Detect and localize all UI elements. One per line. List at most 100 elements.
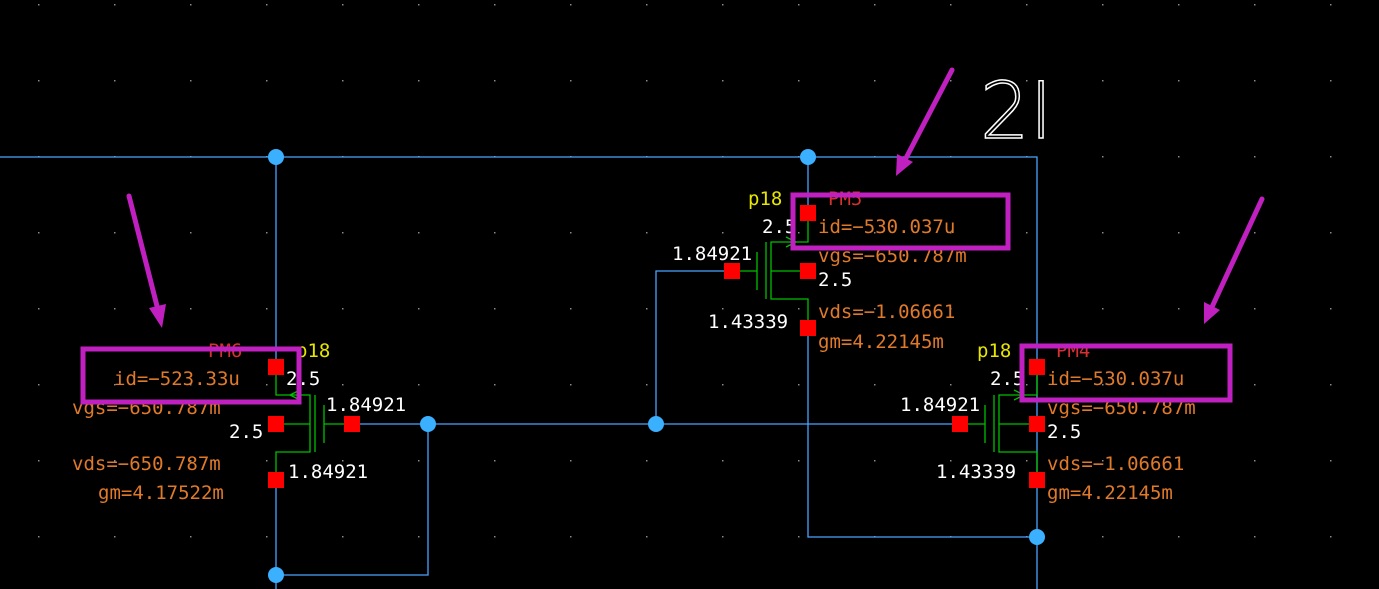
grid-dot <box>190 232 192 234</box>
grid-dot <box>418 460 420 462</box>
grid-dot <box>570 384 572 386</box>
grid-dot <box>1330 156 1332 158</box>
grid-dot <box>798 232 800 234</box>
pm4-v-gate: 1.84921 <box>900 394 980 416</box>
grid-dot <box>1102 308 1104 310</box>
pin-pm5-bulk <box>800 263 816 279</box>
pin-pm5-source <box>800 205 816 221</box>
grid-dot <box>38 308 40 310</box>
grid-dot <box>418 308 420 310</box>
pin-pm5-gate <box>724 263 740 279</box>
grid-dot <box>1330 232 1332 234</box>
grid-dot <box>722 308 724 310</box>
grid-dot <box>646 308 648 310</box>
grid-dot <box>266 4 268 6</box>
pin-pm6-drain <box>268 472 284 488</box>
pm5-v-gate: 1.84921 <box>672 243 752 265</box>
grid-dot <box>1330 384 1332 386</box>
grid-dot <box>1254 80 1256 82</box>
pm4-model: p18 <box>977 340 1011 362</box>
pin-pm5-drain <box>800 320 816 336</box>
grid-dot <box>570 308 572 310</box>
grid-dot <box>1254 460 1256 462</box>
grid-dot <box>494 536 496 538</box>
pin-pm4-gate <box>952 416 968 432</box>
grid-dot <box>266 384 268 386</box>
grid-dot <box>114 232 116 234</box>
grid-dot <box>646 4 648 6</box>
grid-dot <box>494 460 496 462</box>
grid-dot <box>190 308 192 310</box>
grid-dot <box>38 80 40 82</box>
pin-pm4-drain <box>1029 472 1045 488</box>
pm6-v-bulk: 2.5 <box>229 421 263 443</box>
grid-dot <box>1178 232 1180 234</box>
grid-dot <box>570 80 572 82</box>
grid-dot <box>190 80 192 82</box>
pm4-labels: p18 PM4 2.5 id=−530.037u 1.84921 vgs=−65… <box>900 340 1196 504</box>
grid-dot <box>1330 80 1332 82</box>
grid-dot <box>1026 4 1028 6</box>
grid-dot <box>570 536 572 538</box>
grid-dot <box>190 536 192 538</box>
grid-dot <box>38 460 40 462</box>
grid-dot <box>1102 536 1104 538</box>
arrow-pm5 <box>896 67 955 176</box>
pin-pm4-source <box>1029 359 1045 375</box>
grid-dot <box>646 80 648 82</box>
grid-dot <box>1330 308 1332 310</box>
grid-dot <box>38 232 40 234</box>
pm6-vds: vds=−650.787m <box>72 453 221 475</box>
grid-dot <box>798 384 800 386</box>
junction-dot <box>268 567 284 583</box>
grid-dot <box>1254 4 1256 6</box>
grid-dot <box>418 384 420 386</box>
grid-dot <box>114 4 116 6</box>
grid-dot <box>418 80 420 82</box>
wire-pm6-diode <box>276 424 429 576</box>
pm6-gm: gm=4.17522m <box>98 482 224 504</box>
pm6-v-source: 2.5 <box>286 368 320 390</box>
grid-dot <box>418 536 420 538</box>
grid-dot <box>1026 232 1028 234</box>
grid-dot <box>646 384 648 386</box>
grid-dot <box>266 80 268 82</box>
grid-dot <box>418 232 420 234</box>
grid-dot <box>950 80 952 82</box>
grid-dot <box>1254 232 1256 234</box>
grid-dot <box>1254 384 1256 386</box>
grid-dot <box>874 4 876 6</box>
arrow-pm6 <box>126 193 166 328</box>
grid-dot <box>722 4 724 6</box>
grid-dot <box>950 384 952 386</box>
pm6-v-gate: 1.84921 <box>326 394 406 416</box>
schematic-canvas[interactable]: 2I PM6 p18 id=−523.33u 2.5 vgs=−650.787m… <box>0 0 1379 589</box>
grid-dot <box>1254 536 1256 538</box>
grid-dot <box>798 80 800 82</box>
grid-dot <box>494 384 496 386</box>
grid-dot <box>1254 156 1256 158</box>
pm4-v-source: 2.5 <box>990 368 1024 390</box>
grid-dot <box>1330 536 1332 538</box>
grid-dot <box>494 4 496 6</box>
grid-dot <box>190 4 192 6</box>
schematic-svg: 2I PM6 p18 id=−523.33u 2.5 vgs=−650.787m… <box>0 4 1332 589</box>
grid-dot <box>646 232 648 234</box>
pm4-v-bulk: 2.5 <box>1047 421 1081 443</box>
grid-dot <box>874 384 876 386</box>
grid-dot <box>342 308 344 310</box>
pm4-gm: gm=4.22145m <box>1047 482 1173 504</box>
junction-dot <box>648 416 664 432</box>
pm4-instance-name: PM4 <box>1056 340 1090 362</box>
grid-dot <box>1178 4 1180 6</box>
pm5-v-drain: 1.43339 <box>708 311 788 333</box>
grid-dot <box>722 232 724 234</box>
grid-dot <box>1330 4 1332 6</box>
pm6-id: id=−523.33u <box>114 368 240 390</box>
pin-pm6-source <box>268 359 284 375</box>
grid-dot <box>570 4 572 6</box>
grid-dot <box>722 460 724 462</box>
grid-dot <box>494 308 496 310</box>
grid-dot <box>874 80 876 82</box>
grid-dot <box>266 536 268 538</box>
